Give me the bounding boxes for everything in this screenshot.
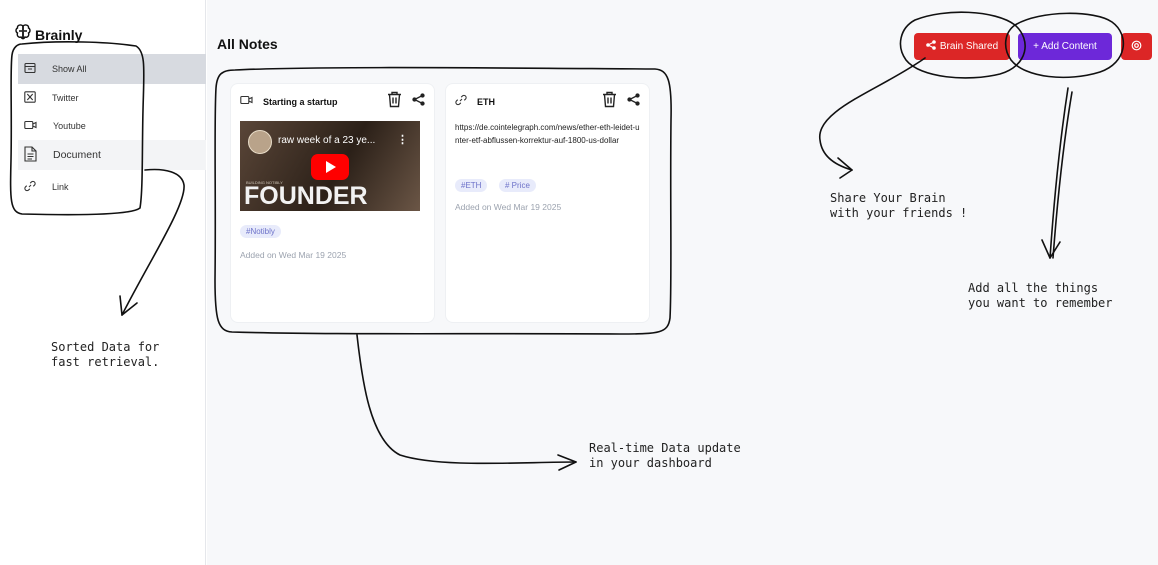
- link-icon: [455, 93, 467, 111]
- page-title: All Notes: [217, 36, 278, 52]
- sidebar-item-label: Document: [53, 149, 101, 161]
- tag-chip[interactable]: #ETH: [455, 179, 488, 192]
- share-icon: [926, 40, 936, 53]
- add-content-button[interactable]: + Add Content: [1018, 33, 1112, 60]
- note-card[interactable]: Starting a startup raw week of a 23 ye..…: [231, 84, 434, 322]
- tag-chip[interactable]: # Price: [499, 179, 536, 192]
- annotation-share-brain: Share Your Brain with your friends !: [830, 191, 968, 220]
- brain-shared-label: Brain Shared: [939, 41, 999, 52]
- trash-icon[interactable]: [387, 91, 402, 113]
- card-actions: [387, 91, 425, 113]
- sidebar-item-label: Show All: [52, 64, 87, 74]
- annotation-sorted-data: Sorted Data for fast retrieval.: [51, 340, 160, 369]
- channel-avatar: [248, 130, 272, 154]
- sidebar-item-label: Youtube: [53, 121, 86, 131]
- trash-icon[interactable]: [602, 91, 617, 113]
- app-root: Brainly Show All Twitter Youtube Documen…: [0, 0, 1158, 565]
- add-content-label: + Add Content: [1033, 41, 1097, 52]
- sidebar-item-youtube[interactable]: Youtube: [18, 111, 206, 141]
- note-card[interactable]: ETH https://de.cointelegraph.com/news/et…: [446, 84, 649, 322]
- youtube-icon: [240, 93, 253, 111]
- video-thumbnail[interactable]: raw week of a 23 ye... ⋮ BUILDING NOTIBL…: [240, 121, 420, 211]
- card-header: ETH: [455, 91, 640, 113]
- link-url[interactable]: https://de.cointelegraph.com/news/ether-…: [455, 122, 640, 147]
- card-title: Starting a startup: [263, 97, 338, 107]
- card-header: Starting a startup: [240, 91, 425, 113]
- show-all-icon: [24, 62, 36, 76]
- brain-shared-button[interactable]: Brain Shared: [914, 33, 1010, 60]
- twitter-icon: [24, 91, 36, 105]
- sidebar-item-label: Twitter: [52, 93, 79, 103]
- card-actions: [602, 91, 640, 113]
- sidebar-item-twitter[interactable]: Twitter: [18, 83, 206, 113]
- play-button-icon[interactable]: [311, 154, 349, 180]
- brand[interactable]: Brainly: [14, 23, 82, 46]
- share-icon[interactable]: [412, 93, 425, 111]
- brain-icon: [14, 23, 32, 46]
- link-icon: [24, 180, 36, 194]
- settings-icon: [1131, 40, 1142, 54]
- sidebar-item-show-all[interactable]: Show All: [18, 54, 206, 84]
- tag-chip[interactable]: #Notibly: [240, 225, 281, 238]
- added-date: Added on Wed Mar 19 2025: [455, 202, 562, 212]
- sidebar-item-label: Link: [52, 182, 69, 192]
- profile-button[interactable]: [1121, 33, 1152, 60]
- sidebar-item-link[interactable]: Link: [18, 172, 206, 202]
- added-date: Added on Wed Mar 19 2025: [240, 250, 347, 260]
- document-icon: [24, 145, 37, 165]
- annotation-add-things: Add all the things you want to remember: [968, 281, 1113, 310]
- video-title: raw week of a 23 ye...: [278, 135, 376, 146]
- brand-name: Brainly: [35, 26, 83, 43]
- youtube-icon: [24, 119, 37, 133]
- card-title: ETH: [477, 97, 495, 107]
- share-icon[interactable]: [627, 93, 640, 111]
- sidebar: Brainly Show All Twitter Youtube Documen…: [0, 0, 206, 565]
- sidebar-item-document[interactable]: Document: [18, 140, 206, 170]
- more-options-icon[interactable]: ⋮: [397, 133, 408, 146]
- annotation-realtime: Real-time Data update in your dashboard: [589, 441, 741, 470]
- thumbnail-headline: FOUNDER: [244, 182, 368, 210]
